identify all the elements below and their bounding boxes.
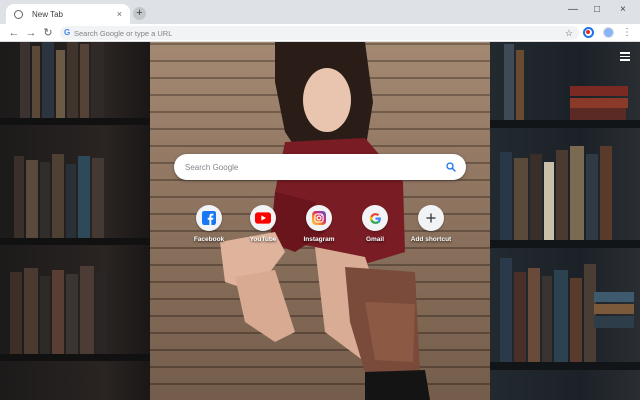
shortcut-instagram[interactable]: Instagram [292,205,346,243]
instagram-tile [306,205,332,231]
shortcut-facebook[interactable]: Facebook [182,205,236,243]
profile-avatar-icon[interactable] [603,27,614,38]
facebook-tile [196,205,222,231]
shortcut-tiles: Facebook YouTube Instagram Gmail Add sho… [182,205,472,255]
back-icon[interactable]: ← [8,27,20,39]
minimize-icon[interactable]: — [568,5,578,15]
facebook-icon [202,211,216,225]
tab-new-tab[interactable]: New Tab × [6,4,130,24]
shortcut-gmail[interactable]: Gmail [348,205,402,243]
close-window-icon[interactable]: × [620,5,626,15]
books-right-illustration [490,44,640,370]
forward-icon[interactable]: → [25,27,37,39]
youtube-tile [250,205,276,231]
shortcut-label: Facebook [193,236,225,243]
tab-strip: New Tab × + — □ × [0,0,640,24]
search-box[interactable]: Search Google [174,154,466,180]
shortcut-label: Instagram [303,236,335,243]
youtube-icon [255,212,271,224]
chrome-menu-icon[interactable]: ⋮ [622,27,632,39]
customize-menu-icon[interactable] [620,52,630,61]
shortcut-add[interactable]: Add shortcut [404,205,458,243]
search-icon[interactable] [445,161,457,173]
shortcut-youtube[interactable]: YouTube [236,205,290,243]
bookmark-star-icon[interactable]: ☆ [565,27,573,39]
reload-icon[interactable]: ↻ [42,27,54,39]
omnibox-placeholder: Search Google or type a URL [74,28,173,38]
tab-title: New Tab [32,9,63,19]
google-icon [369,212,381,224]
new-tab-page: Search Google Facebook YouTube Instagram… [0,42,640,400]
globe-icon [14,9,23,19]
plus-icon [426,213,436,223]
instagram-icon [312,211,326,225]
shortcut-label: YouTube [249,236,277,243]
background-bookshelf-left [0,42,150,400]
add-tile [418,205,444,231]
shortcut-label: Add shortcut [410,236,452,243]
gmail-tile [362,205,388,231]
tab-close-icon[interactable]: × [117,9,122,19]
google-g-icon: G [64,28,71,37]
browser-toolbar: ← → ↻ G Search Google or type a URL ☆ ⋮ [0,24,640,42]
new-tab-button[interactable]: + [133,7,146,20]
background-bookshelf-right [490,42,640,400]
books-left-illustration [0,42,150,361]
maximize-icon[interactable]: □ [594,5,600,15]
search-placeholder: Search Google [185,162,239,172]
omnibox[interactable]: G Search Google or type a URL ☆ [60,26,579,40]
shortcut-label: Gmail [365,236,385,243]
extension-icon[interactable] [583,27,594,38]
